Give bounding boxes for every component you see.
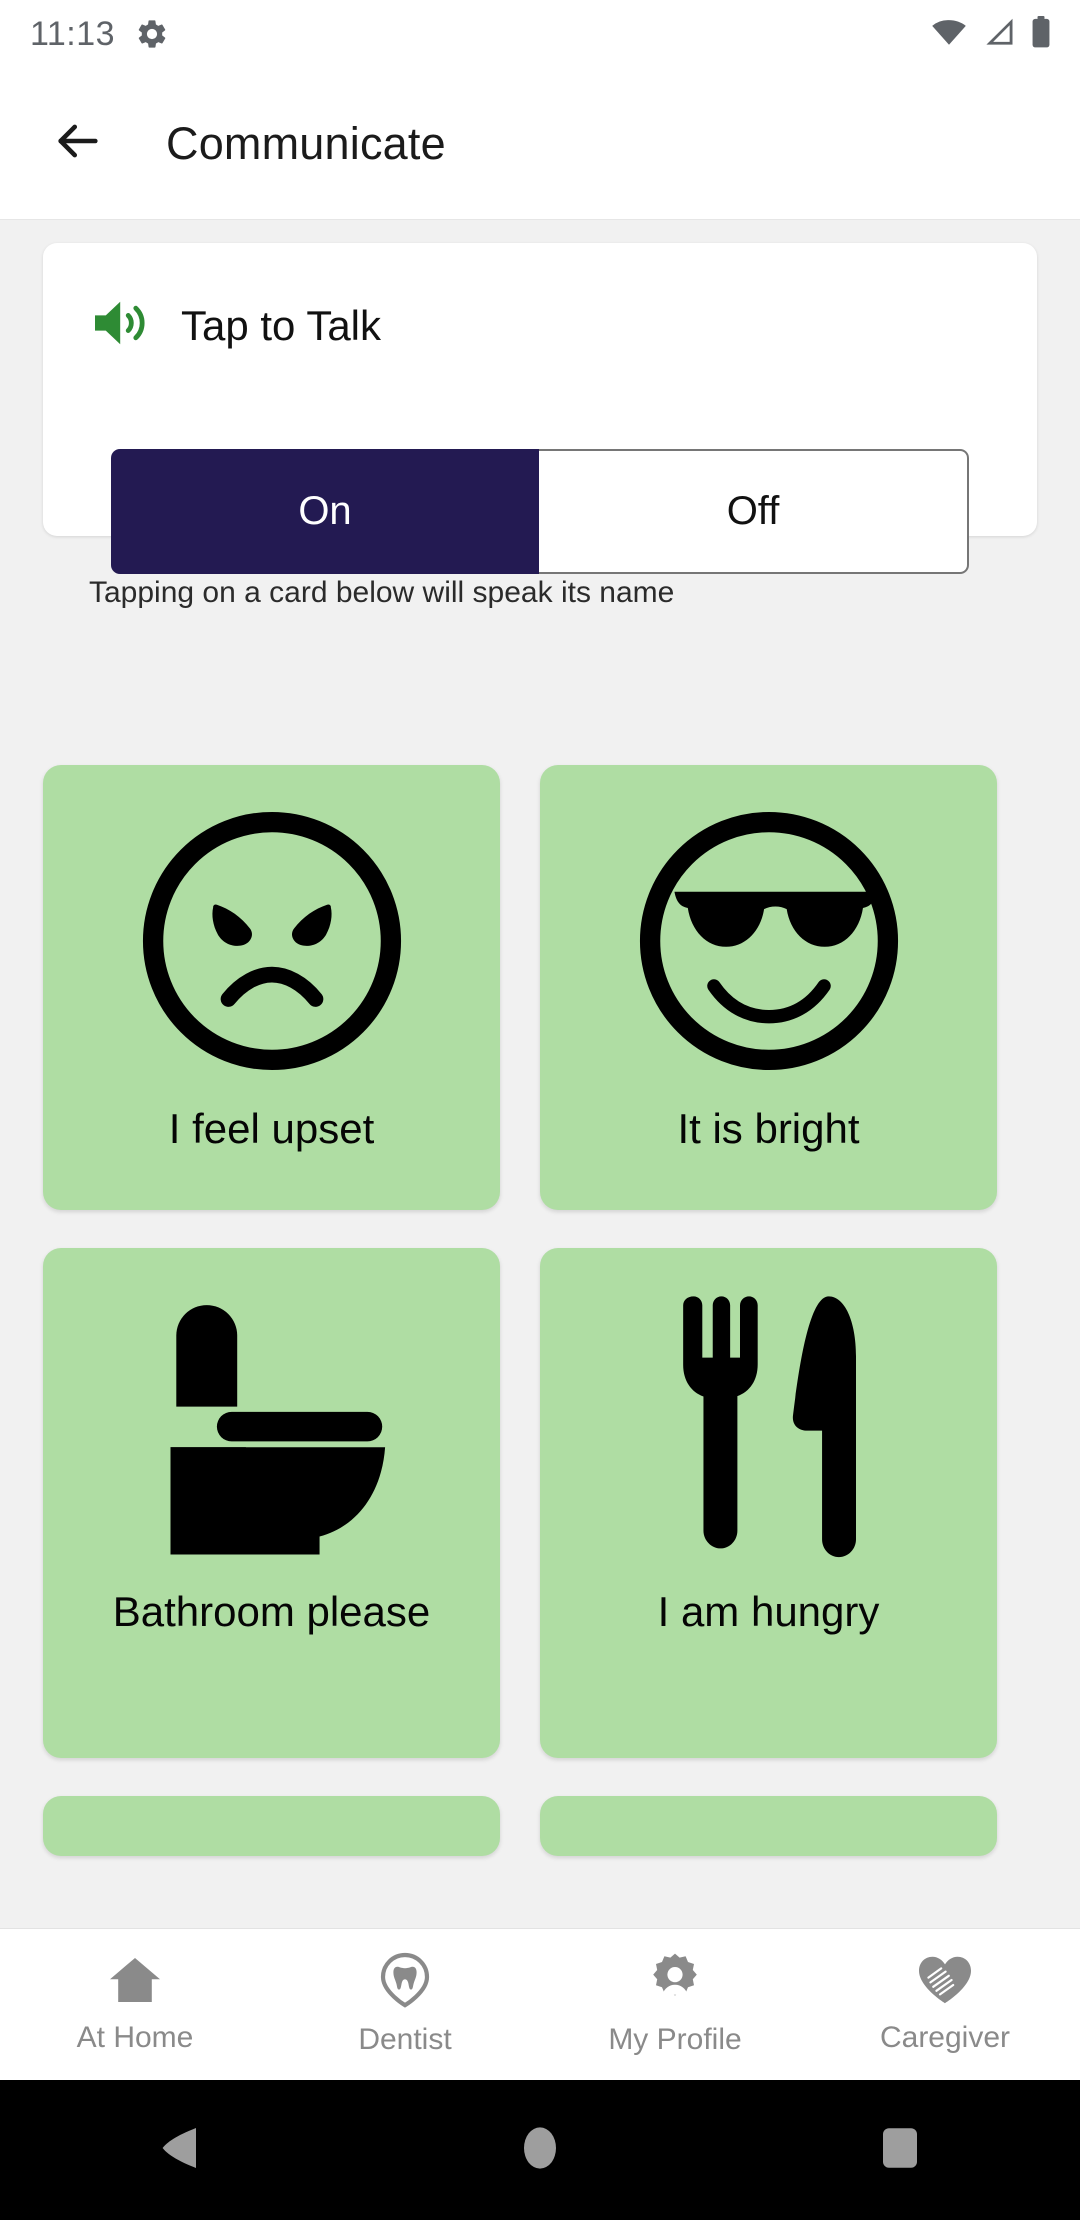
nav-label: My Profile bbox=[608, 2023, 742, 2056]
angry-face-icon bbox=[127, 791, 417, 1091]
system-back-button[interactable] bbox=[0, 2125, 360, 2176]
tap-to-talk-card: Tap to Talk On Off Tapping on a card bel… bbox=[43, 243, 1037, 609]
back-triangle-icon bbox=[160, 2125, 200, 2176]
profile-badge-icon bbox=[647, 1952, 703, 2013]
toggle-option-off[interactable]: Off bbox=[539, 449, 969, 574]
heart-hands-icon bbox=[916, 1954, 974, 2011]
home-icon bbox=[107, 1954, 163, 2011]
phone-screen: 11:13 Communicate Tap to Talk On Off Tap… bbox=[0, 0, 1080, 2220]
app-bar: Communicate bbox=[0, 68, 1080, 220]
nav-item-my-profile[interactable]: My Profile bbox=[540, 1952, 810, 2057]
card-label: Bathroom please bbox=[112, 1588, 431, 1635]
card-it-is-bright[interactable]: It is bright bbox=[540, 765, 997, 1210]
tap-to-talk-header: Tap to Talk bbox=[89, 295, 381, 356]
card-next-row-left[interactable] bbox=[43, 1796, 500, 1856]
tap-to-talk-title: Tap to Talk bbox=[181, 301, 382, 349]
back-button[interactable] bbox=[30, 96, 126, 192]
card-bathroom-please[interactable]: Bathroom please bbox=[43, 1248, 500, 1758]
status-bar-icons bbox=[930, 15, 1052, 53]
fork-knife-icon bbox=[624, 1274, 914, 1574]
nav-item-dentist[interactable]: Dentist bbox=[270, 1952, 540, 2057]
wifi-icon bbox=[930, 17, 968, 52]
status-bar-clock: 11:13 bbox=[30, 15, 116, 53]
communication-card-grid: I feel upset It is bright Bathroom pleas… bbox=[43, 765, 1037, 1856]
system-home-button[interactable] bbox=[360, 2125, 720, 2176]
cellular-signal-icon bbox=[982, 17, 1016, 52]
tap-to-talk-hint: Tapping on a card below will speak its n… bbox=[89, 576, 675, 609]
volume-up-icon bbox=[89, 295, 157, 356]
sunglasses-face-icon bbox=[624, 791, 914, 1091]
toggle-option-on[interactable]: On bbox=[111, 449, 539, 574]
android-system-bar bbox=[0, 2080, 1080, 2220]
card-i-feel-upset[interactable]: I feel upset bbox=[43, 765, 500, 1210]
page-title: Communicate bbox=[166, 117, 446, 169]
card-label: I am hungry bbox=[657, 1588, 880, 1635]
nav-label: Dentist bbox=[358, 2023, 452, 2056]
battery-icon bbox=[1030, 15, 1052, 53]
recents-square-icon bbox=[881, 2125, 919, 2176]
card-next-row-right[interactable] bbox=[540, 1796, 997, 1856]
toilet-icon bbox=[127, 1274, 417, 1574]
tooth-pin-icon bbox=[379, 1952, 431, 2013]
bottom-navigation: At Home Dentist My Profile Caregiver bbox=[0, 1928, 1080, 2080]
nav-item-at-home[interactable]: At Home bbox=[0, 1954, 270, 2055]
card-i-am-hungry[interactable]: I am hungry bbox=[540, 1248, 997, 1758]
tap-to-talk-toggle[interactable]: On Off bbox=[111, 449, 969, 574]
gear-icon bbox=[135, 17, 169, 51]
nav-label: At Home bbox=[76, 2021, 194, 2054]
arrow-left-icon bbox=[52, 115, 104, 172]
nav-label: Caregiver bbox=[879, 2021, 1011, 2054]
system-recents-button[interactable] bbox=[720, 2125, 1080, 2176]
home-circle-icon bbox=[522, 2125, 558, 2176]
card-label: It is bright bbox=[677, 1105, 860, 1152]
status-bar: 11:13 bbox=[0, 0, 1080, 68]
scroll-content[interactable]: Tap to Talk On Off Tapping on a card bel… bbox=[0, 221, 1080, 1928]
card-label: I feel upset bbox=[168, 1105, 375, 1152]
nav-item-caregiver[interactable]: Caregiver bbox=[810, 1954, 1080, 2055]
